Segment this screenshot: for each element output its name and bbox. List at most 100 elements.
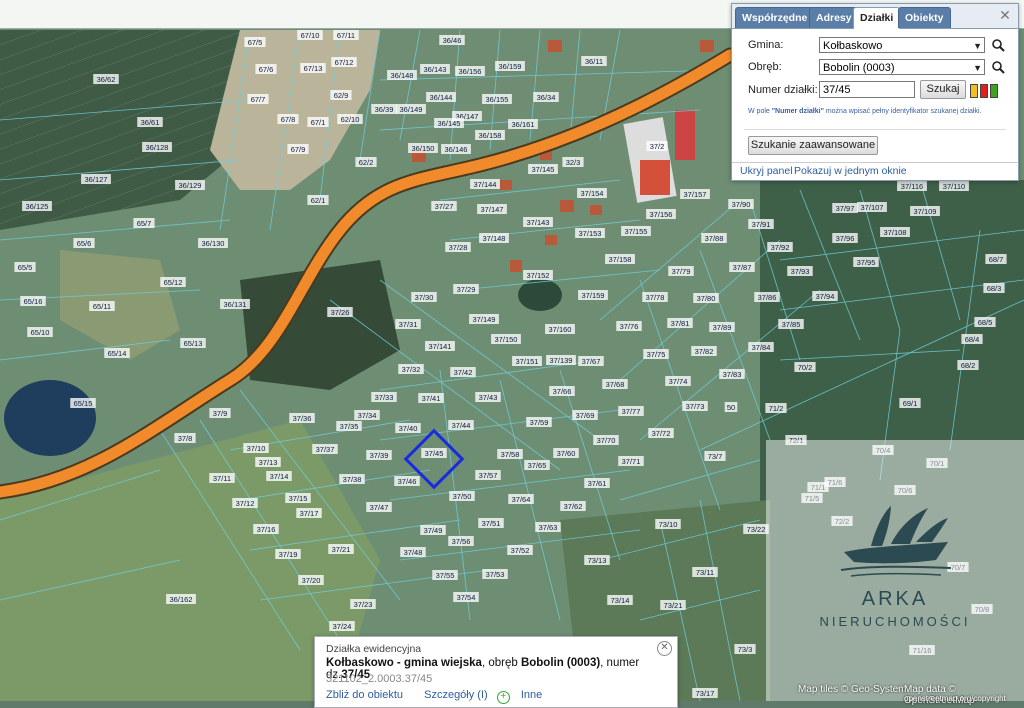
parcel-label[interactable]: 37/2 bbox=[646, 141, 668, 151]
parcel-label[interactable]: 73/22 bbox=[743, 524, 769, 534]
parcel-label[interactable]: 37/71 bbox=[618, 456, 644, 466]
parcel-label[interactable]: 37/24 bbox=[329, 621, 355, 631]
parcel-label[interactable]: 65/16 bbox=[20, 296, 46, 306]
parcel-number-input[interactable] bbox=[819, 81, 915, 98]
parcel-label[interactable]: 65/14 bbox=[104, 348, 130, 358]
parcel-label[interactable]: 73/13 bbox=[584, 555, 610, 565]
parcel-label[interactable]: 37/74 bbox=[665, 376, 691, 386]
gmina-select[interactable]: Kołbaskowo ▼ bbox=[819, 37, 985, 53]
parcel-label[interactable]: 70/2 bbox=[794, 362, 816, 372]
parcel-label[interactable]: 37/116 bbox=[897, 181, 927, 191]
parcel-label[interactable]: 37/145 bbox=[528, 164, 558, 174]
parcel-label[interactable]: 37/47 bbox=[366, 502, 392, 512]
parcel-label[interactable]: 37/13 bbox=[255, 457, 281, 467]
parcel-label[interactable]: 37/32 bbox=[398, 364, 424, 374]
parcel-label[interactable]: 65/7 bbox=[133, 218, 155, 228]
parcel-label[interactable]: 36/62 bbox=[93, 74, 119, 84]
parcel-label[interactable]: 37/77 bbox=[618, 406, 644, 416]
parcel-label[interactable]: 68/5 bbox=[974, 317, 996, 327]
parcel-label[interactable]: 36/146 bbox=[441, 144, 471, 154]
parcel-label[interactable]: 37/89 bbox=[709, 322, 735, 332]
parcel-label[interactable]: 37/81 bbox=[667, 318, 693, 328]
parcel-label[interactable]: 37/28 bbox=[445, 242, 471, 252]
parcel-label[interactable]: 65/5 bbox=[14, 262, 36, 272]
obreb-select[interactable]: Bobolin (0003) ▼ bbox=[819, 59, 985, 75]
parcel-label[interactable]: 37/95 bbox=[853, 257, 879, 267]
parcel-label[interactable]: 37/10 bbox=[243, 443, 269, 453]
parcel-label[interactable]: 65/15 bbox=[70, 398, 96, 408]
parcel-label[interactable]: 37/96 bbox=[832, 233, 858, 243]
parcel-label[interactable]: 37/48 bbox=[400, 547, 426, 557]
parcel-label[interactable]: 73/10 bbox=[655, 519, 681, 529]
parcel-label[interactable]: 73/14 bbox=[607, 595, 633, 605]
parcel-label[interactable]: 37/87 bbox=[729, 262, 755, 272]
parcel-label[interactable]: 37/76 bbox=[616, 321, 642, 331]
parcel-label[interactable]: 73/17 bbox=[692, 688, 718, 698]
parcel-label[interactable]: 36/128 bbox=[142, 142, 172, 152]
parcel-label[interactable]: 37/21 bbox=[328, 544, 354, 554]
parcel-label[interactable]: 36/156 bbox=[455, 66, 485, 76]
parcel-label[interactable]: 37/49 bbox=[420, 525, 446, 535]
tab-addresses[interactable]: Adresy bbox=[809, 7, 859, 28]
parcel-label[interactable]: 37/149 bbox=[469, 314, 499, 324]
parcel-label[interactable]: 67/6 bbox=[255, 64, 277, 74]
parcel-label[interactable]: 37/88 bbox=[701, 233, 727, 243]
parcel-label[interactable]: 37/60 bbox=[553, 448, 579, 458]
parcel-label[interactable]: 37/41 bbox=[418, 393, 444, 403]
parcel-label[interactable]: 68/4 bbox=[961, 334, 983, 344]
tab-objects[interactable]: Obiekty bbox=[898, 7, 951, 28]
zoom-to-object-link[interactable]: Zbliż do obiektu bbox=[326, 689, 403, 701]
close-popup-icon[interactable]: ✕ bbox=[657, 641, 672, 656]
tab-parcels[interactable]: Działki bbox=[853, 7, 901, 29]
parcel-label[interactable]: 65/6 bbox=[73, 238, 95, 248]
parcel-label[interactable]: 37/27 bbox=[431, 201, 457, 211]
parcel-label[interactable]: 67/10 bbox=[297, 30, 323, 40]
parcel-label[interactable]: 37/44 bbox=[448, 420, 474, 430]
parcel-label[interactable]: 37/85 bbox=[778, 319, 804, 329]
parcel-label[interactable]: 37/62 bbox=[560, 501, 586, 511]
parcel-label[interactable]: 62/9 bbox=[330, 90, 352, 100]
parcel-label[interactable]: 37/91 bbox=[748, 219, 774, 229]
swatch-red[interactable] bbox=[980, 84, 988, 98]
parcel-label[interactable]: 68/3 bbox=[983, 283, 1005, 293]
advanced-search-button[interactable]: Szukanie zaawansowane bbox=[748, 136, 878, 155]
parcel-label[interactable]: 37/17 bbox=[296, 508, 322, 518]
parcel-label[interactable]: 37/12 bbox=[232, 498, 258, 508]
parcel-label[interactable]: 37/78 bbox=[642, 292, 668, 302]
parcel-label[interactable]: 37/148 bbox=[479, 233, 509, 243]
parcel-label[interactable]: 37/23 bbox=[350, 599, 376, 609]
parcel-label[interactable]: 37/92 bbox=[767, 242, 793, 252]
parcel-label[interactable]: 36/143 bbox=[420, 64, 450, 74]
parcel-label[interactable]: 36/130 bbox=[198, 238, 228, 248]
hide-panel-link[interactable]: Ukryj panel bbox=[740, 165, 793, 177]
parcel-label[interactable]: 37/110 bbox=[939, 181, 969, 191]
parcel-label[interactable]: 36/11 bbox=[581, 56, 607, 66]
parcel-label[interactable]: 37/153 bbox=[575, 228, 605, 238]
search-icon[interactable] bbox=[991, 38, 1005, 52]
parcel-label[interactable]: 37/108 bbox=[880, 227, 910, 237]
parcel-label[interactable]: 37/33 bbox=[371, 392, 397, 402]
parcel-label[interactable]: 62/2 bbox=[355, 157, 377, 167]
parcel-label[interactable]: 36/144 bbox=[426, 92, 456, 102]
parcel-label[interactable]: 37/29 bbox=[453, 284, 479, 294]
parcel-label[interactable]: 37/39 bbox=[366, 450, 392, 460]
parcel-label[interactable]: 37/36 bbox=[289, 413, 315, 423]
parcel-label[interactable]: 37/107 bbox=[857, 202, 887, 212]
close-panel-icon[interactable]: ✕ bbox=[998, 8, 1012, 22]
parcel-label[interactable]: 73/7 bbox=[704, 451, 726, 461]
parcel-label[interactable]: 37/109 bbox=[910, 206, 940, 216]
parcel-label[interactable]: 37/139 bbox=[546, 355, 576, 365]
add-icon[interactable]: + bbox=[496, 691, 510, 704]
parcel-label[interactable]: 37/61 bbox=[584, 478, 610, 488]
parcel-label[interactable]: 67/1 bbox=[307, 117, 329, 127]
search-button[interactable]: Szukaj bbox=[920, 80, 966, 99]
parcel-label[interactable]: 37/159 bbox=[578, 290, 608, 300]
parcel-label[interactable]: 37/64 bbox=[508, 494, 534, 504]
parcel-label[interactable]: 71/2 bbox=[765, 403, 787, 413]
parcel-label[interactable]: 36/155 bbox=[482, 94, 512, 104]
parcel-label[interactable]: 37/72 bbox=[648, 428, 674, 438]
parcel-label[interactable]: 37/154 bbox=[577, 188, 607, 198]
osm-copyright-link[interactable]: openstreetmap.org/copyright bbox=[904, 694, 1006, 703]
parcel-label[interactable]: 37/26 bbox=[327, 307, 353, 317]
parcel-label[interactable]: 37/38 bbox=[339, 474, 365, 484]
